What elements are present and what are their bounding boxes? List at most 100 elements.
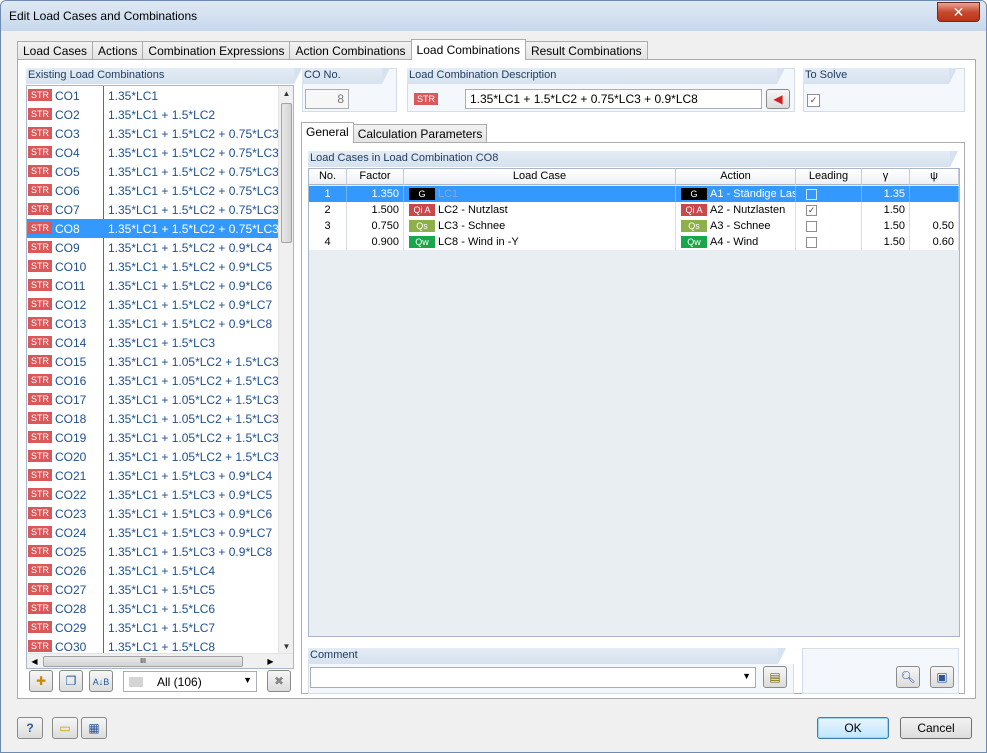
tab-actions[interactable]: Actions [92, 41, 144, 60]
scroll-thumb[interactable] [281, 103, 292, 243]
cell-leading[interactable] [796, 218, 862, 234]
list-horizontal-scrollbar[interactable]: ◀ III ▶ [27, 653, 293, 668]
leading-checkbox[interactable]: ✓ [806, 204, 817, 216]
list-item[interactable]: STRCO18 1.35*LC1 + 1.05*LC2 + 1.5*LC3 + 0 [27, 409, 280, 428]
comment-library-button[interactable]: ▤ [763, 666, 787, 688]
tab-load-combinations[interactable]: Load Combinations [410, 39, 526, 60]
list-item[interactable]: STRCO17 1.35*LC1 + 1.05*LC2 + 1.5*LC3 + 0 [27, 390, 280, 409]
cell-psi[interactable]: 0.50 [910, 218, 959, 234]
cell-load-case[interactable]: Qw LC8 - Wind in -Y [404, 234, 676, 250]
tab-load-cases[interactable]: Load Cases [17, 41, 94, 60]
list-item[interactable]: STR CO21 1.35*LC1 + 1.5*LC3 + 0.9*LC4 [27, 466, 280, 485]
tab-calculation-parameters[interactable]: Calculation Parameters [352, 124, 488, 143]
cell-gamma[interactable]: 1.50 [862, 218, 910, 234]
leading-checkbox[interactable] [806, 220, 817, 232]
cell-no[interactable]: 1 [309, 186, 347, 202]
cell-factor[interactable]: 1.350 [347, 186, 404, 202]
cell-no[interactable]: 2 [309, 202, 347, 218]
column-header[interactable]: Leading [796, 169, 862, 185]
column-header[interactable]: Action [676, 169, 796, 185]
list-item[interactable]: STR CO13 1.35*LC1 + 1.5*LC2 + 0.9*LC8 [27, 314, 280, 333]
save-button[interactable]: ▦ [81, 717, 107, 739]
tab-general[interactable]: General [301, 122, 354, 143]
column-header[interactable]: ψ [910, 169, 959, 185]
list-item[interactable]: STRCO19 1.35*LC1 + 1.05*LC2 + 1.5*LC3 + 0 [27, 428, 280, 447]
cell-action[interactable]: Qi A A2 - Nutzlasten [676, 202, 796, 218]
scroll-right-icon[interactable]: ▶ [263, 654, 278, 668]
tab-combination-expressions[interactable]: Combination Expressions [142, 41, 291, 60]
scroll-up-icon[interactable]: ▲ [279, 86, 293, 101]
cell-leading[interactable] [796, 186, 862, 202]
ok-button[interactable]: OK [817, 717, 889, 739]
list-item[interactable]: STR CO14 1.35*LC1 + 1.5*LC3 [27, 333, 280, 352]
tab-action-combinations[interactable]: Action Combinations [289, 41, 412, 60]
list-vertical-scrollbar[interactable]: ▲ ▼ [278, 86, 293, 654]
cell-no[interactable]: 3 [309, 218, 347, 234]
detail-view-button[interactable]: 🔍︎ [896, 666, 920, 688]
delete-button[interactable]: ✖ [267, 670, 291, 692]
export-button[interactable]: ▣ [930, 666, 954, 688]
cell-factor[interactable]: 0.750 [347, 218, 404, 234]
cell-gamma[interactable]: 1.50 [862, 234, 910, 250]
cell-action[interactable]: Qw A4 - Wind [676, 234, 796, 250]
copy-combination-button[interactable]: ❐ [59, 670, 83, 692]
leading-checkbox[interactable] [806, 236, 817, 248]
list-item[interactable]: STR CO15 1.35*LC1 + 1.05*LC2 + 1.5*LC3 [27, 352, 280, 371]
table-row[interactable]: 3 0.750 Qs LC3 - Schnee Qs A3 - Schnee 1.50 0.5… [309, 218, 959, 234]
list-item[interactable]: STR CO28 1.35*LC1 + 1.5*LC6 [27, 599, 280, 618]
hscroll-thumb[interactable]: III [43, 656, 243, 667]
cell-load-case[interactable]: Qi A LC2 - Nutzlast [404, 202, 676, 218]
list-item[interactable]: STR CO27 1.35*LC1 + 1.5*LC5 [27, 580, 280, 599]
column-header[interactable]: γ [862, 169, 910, 185]
list-item[interactable]: STR CO3 1.35*LC1 + 1.5*LC2 + 0.75*LC3 [27, 124, 280, 143]
close-button[interactable]: ✕ [937, 2, 980, 22]
co-no-field[interactable] [305, 89, 349, 109]
list-item[interactable]: STRCO7 1.35*LC1 + 1.5*LC2 + 0.75*LC3 + 0 [27, 200, 280, 219]
table-row[interactable]: 4 0.900 Qw LC8 - Wind in -Y Qw A4 - Wind 1.50 0… [309, 234, 959, 250]
list-item[interactable]: STRCO8 1.35*LC1 + 1.5*LC2 + 0.75*LC3 + 0 [27, 219, 280, 238]
list-item[interactable]: STR CO2 1.35*LC1 + 1.5*LC2 [27, 105, 280, 124]
list-item[interactable]: STR CO25 1.35*LC1 + 1.5*LC3 + 0.9*LC8 [27, 542, 280, 561]
list-item[interactable]: STR CO11 1.35*LC1 + 1.5*LC2 + 0.9*LC6 [27, 276, 280, 295]
cell-action[interactable]: Qs A3 - Schnee [676, 218, 796, 234]
cell-psi[interactable]: 0.60 [910, 234, 959, 250]
list-item[interactable]: STR CO29 1.35*LC1 + 1.5*LC7 [27, 618, 280, 637]
column-header[interactable]: Load Case [404, 169, 676, 185]
list-item[interactable]: STRCO6 1.35*LC1 + 1.5*LC2 + 0.75*LC3 + 0 [27, 181, 280, 200]
list-item[interactable]: STRCO20 1.35*LC1 + 1.05*LC2 + 1.5*LC3 + 0 [27, 447, 280, 466]
list-item[interactable]: STRCO4 1.35*LC1 + 1.5*LC2 + 0.75*LC3 + 0 [27, 143, 280, 162]
description-select-button[interactable]: ◀ [766, 89, 790, 109]
open-button[interactable]: ▭ [52, 717, 78, 739]
cell-leading[interactable]: ✓ [796, 202, 862, 218]
list-item[interactable]: STR CO22 1.35*LC1 + 1.5*LC3 + 0.9*LC5 [27, 485, 280, 504]
comment-field[interactable]: ▼ [310, 667, 756, 688]
list-item[interactable]: STR CO23 1.35*LC1 + 1.5*LC3 + 0.9*LC6 [27, 504, 280, 523]
list-item[interactable]: STR CO1 1.35*LC1 [27, 86, 280, 105]
list-item[interactable]: STR CO9 1.35*LC1 + 1.5*LC2 + 0.9*LC4 [27, 238, 280, 257]
cell-action[interactable]: G A1 - Ständige Las [676, 186, 796, 202]
tab-result-combinations[interactable]: Result Combinations [524, 41, 648, 60]
table-row[interactable]: 2 1.500 Qi A LC2 - Nutzlast Qi A A2 - Nutzlas… [309, 202, 959, 218]
table-row[interactable]: 1 1.350 G LC1 G A1 - Ständige Las 1.35 [309, 186, 959, 202]
filter-select[interactable]: All (106) ▼ [123, 671, 257, 692]
new-combination-button[interactable]: ✚ [29, 670, 53, 692]
help-button[interactable]: ? [17, 717, 43, 739]
cell-leading[interactable] [796, 234, 862, 250]
cell-gamma[interactable]: 1.35 [862, 186, 910, 202]
scroll-left-icon[interactable]: ◀ [27, 654, 42, 668]
list-item[interactable]: STRCO16 1.35*LC1 + 1.05*LC2 + 1.5*LC3 + 0 [27, 371, 280, 390]
column-header[interactable]: No. [309, 169, 347, 185]
list-item[interactable]: STR CO12 1.35*LC1 + 1.5*LC2 + 0.9*LC7 [27, 295, 280, 314]
list-item[interactable]: STR CO24 1.35*LC1 + 1.5*LC3 + 0.9*LC7 [27, 523, 280, 542]
column-header[interactable]: Factor [347, 169, 404, 185]
list-item[interactable]: STR CO10 1.35*LC1 + 1.5*LC2 + 0.9*LC5 [27, 257, 280, 276]
leading-checkbox[interactable] [806, 188, 817, 200]
cancel-button[interactable]: Cancel [900, 717, 972, 739]
cell-load-case[interactable]: G LC1 [404, 186, 676, 202]
cell-gamma[interactable]: 1.50 [862, 202, 910, 218]
cell-no[interactable]: 4 [309, 234, 347, 250]
cell-load-case[interactable]: Qs LC3 - Schnee [404, 218, 676, 234]
cell-factor[interactable]: 1.500 [347, 202, 404, 218]
list-item[interactable]: STRCO5 1.35*LC1 + 1.5*LC2 + 0.75*LC3 + 0 [27, 162, 280, 181]
cell-psi[interactable] [910, 202, 959, 218]
